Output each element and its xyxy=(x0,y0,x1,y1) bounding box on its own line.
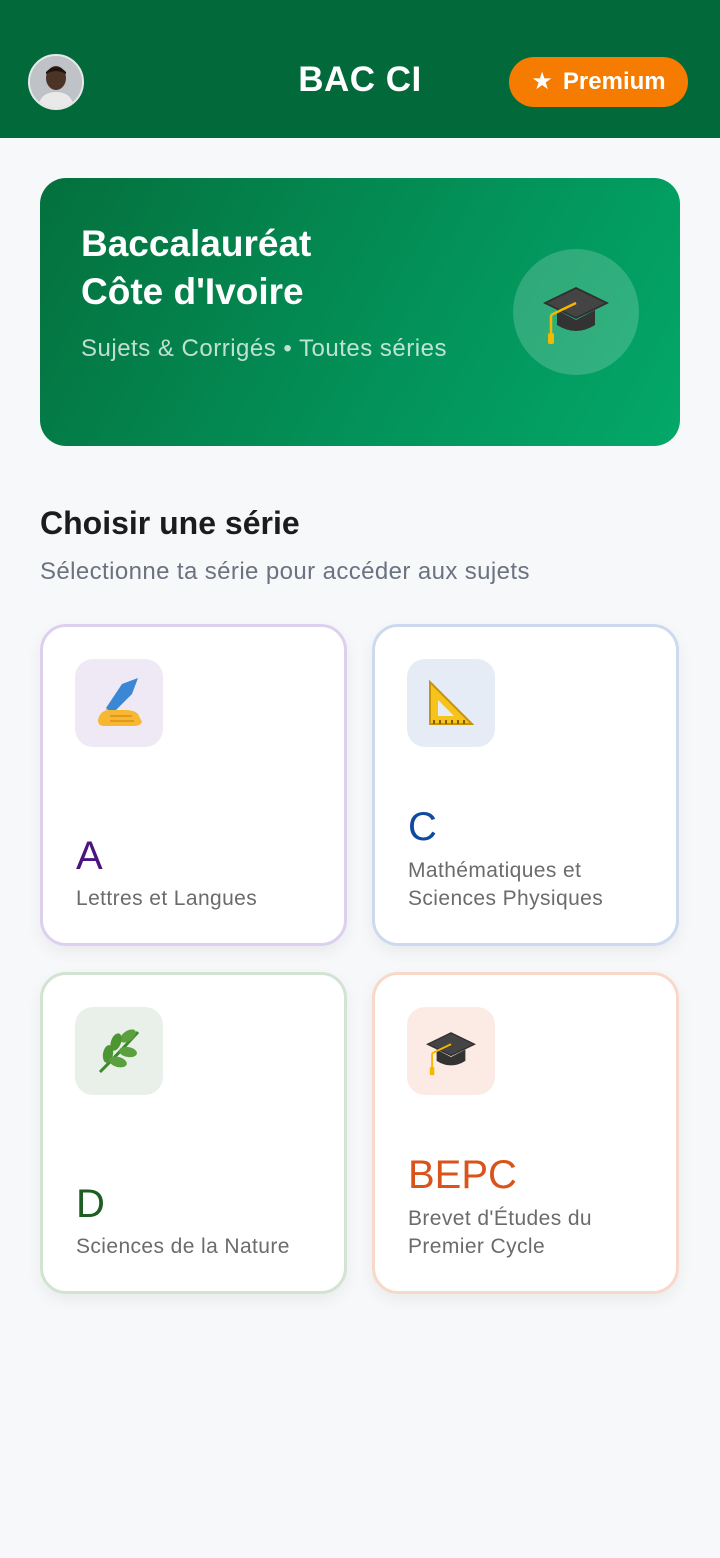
series-icon-tile xyxy=(75,1007,163,1095)
series-code: A xyxy=(76,834,103,878)
section-subtitle: Sélectionne ta série pour accéder aux su… xyxy=(40,558,530,585)
series-description: Lettres et Langues xyxy=(76,887,258,910)
hero-badge xyxy=(513,249,639,375)
top-app-bar: BAC CI ★ Premium xyxy=(0,0,720,138)
hero-banner: Baccalauréat Côte d'Ivoire Sujets & Corr… xyxy=(40,178,680,446)
writing-hand-icon xyxy=(98,678,142,726)
series-description: Sciences de la Nature xyxy=(76,1235,290,1258)
herb-icon xyxy=(98,1029,140,1074)
premium-button[interactable]: ★ Premium xyxy=(509,57,688,107)
series-card-d[interactable]: D Sciences de la Nature xyxy=(40,972,347,1294)
series-card-c[interactable]: C Mathématiques et Sciences Physiques xyxy=(372,624,679,946)
hero-title-line2: Côte d'Ivoire xyxy=(81,271,304,312)
series-description: Mathématiques et Sciences Physiques xyxy=(408,859,604,910)
series-code: D xyxy=(76,1182,105,1226)
star-icon: ★ xyxy=(531,68,553,95)
section-title: Choisir une série xyxy=(40,505,300,541)
premium-label: Premium xyxy=(562,68,666,95)
graduation-cap-icon xyxy=(426,1032,476,1076)
series-icon-tile xyxy=(407,1007,495,1095)
series-icon-tile xyxy=(407,659,495,747)
series-description: Brevet d'Études du Premier Cycle xyxy=(408,1207,592,1258)
series-card-a[interactable]: A Lettres et Langues xyxy=(40,624,347,946)
hero-subtitle: Sujets & Corrigés • Toutes séries xyxy=(81,335,447,362)
series-code: BEPC xyxy=(408,1153,517,1197)
hero-title-line1: Baccalauréat xyxy=(81,223,312,264)
series-card-bepc[interactable]: BEPC Brevet d'Études du Premier Cycle xyxy=(372,972,679,1294)
hero-title: Baccalauréat Côte d'Ivoire xyxy=(81,220,501,316)
graduation-cap-icon xyxy=(543,287,609,344)
series-code: C xyxy=(408,805,437,849)
series-icon-tile xyxy=(75,659,163,747)
triangular-ruler-icon xyxy=(429,679,475,725)
